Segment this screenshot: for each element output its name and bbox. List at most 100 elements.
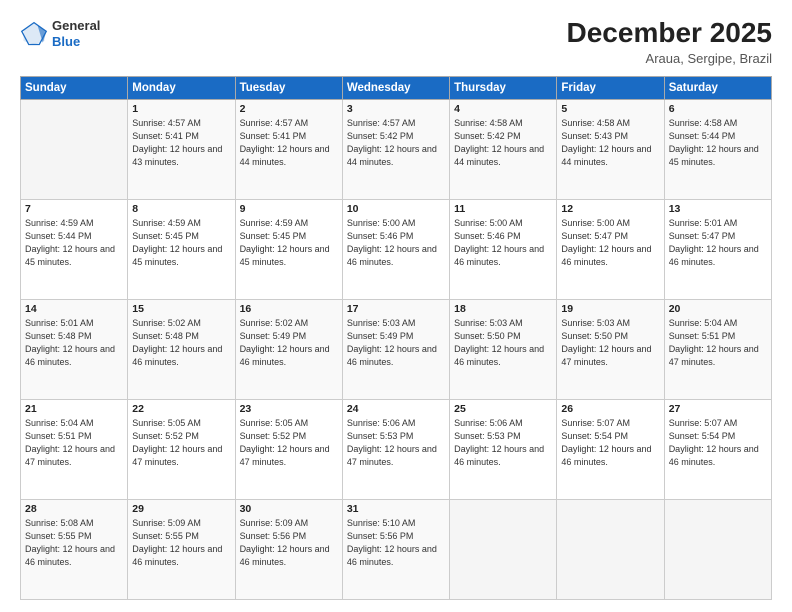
calendar-header-row: SundayMondayTuesdayWednesdayThursdayFrid…	[21, 76, 772, 99]
day-cell: 22Sunrise: 5:05 AMSunset: 5:52 PMDayligh…	[128, 399, 235, 499]
day-info: Sunrise: 5:06 AMSunset: 5:53 PMDaylight:…	[347, 417, 445, 469]
day-cell	[664, 499, 771, 599]
day-number: 9	[240, 203, 338, 215]
day-cell: 5 Sunrise: 4:58 AMSunset: 5:43 PMDaylight…	[557, 99, 664, 199]
day-number: 17	[347, 303, 445, 315]
day-cell	[557, 499, 664, 599]
day-number: 24	[347, 403, 445, 415]
day-cell: 28 Sunrise: 5:08 AMSunset: 5:55 PMDayligh…	[21, 499, 128, 599]
day-number: 26	[561, 403, 659, 415]
day-info: Sunrise: 5:07 AMSunset: 5:54 PMDaylight:…	[669, 417, 767, 469]
day-cell: 24 Sunrise: 5:06 AMSunset: 5:53 PMDayligh…	[342, 399, 449, 499]
day-cell: 10Sunrise: 5:00 AMSunset: 5:46 PMDayligh…	[342, 199, 449, 299]
day-number: 8	[132, 203, 230, 215]
day-info: Sunrise: 4:58 AMSunset: 5:43 PMDaylight:…	[561, 117, 659, 169]
col-header-tuesday: Tuesday	[235, 76, 342, 99]
day-cell: 29 Sunrise: 5:09 AMSunset: 5:55 PMDayligh…	[128, 499, 235, 599]
day-info: Sunrise: 5:09 AMSunset: 5:55 PMDaylight:…	[132, 517, 230, 569]
day-info: Sunrise: 4:59 AMSunset: 5:44 PMDaylight:…	[25, 217, 123, 269]
day-number: 29	[132, 503, 230, 515]
day-info: Sunrise: 5:05 AMSunset: 5:52 PMDaylight:…	[132, 417, 230, 469]
day-info: Sunrise: 5:00 AMSunset: 5:46 PMDaylight:…	[347, 217, 445, 269]
col-header-wednesday: Wednesday	[342, 76, 449, 99]
month-title: December 2025	[567, 18, 772, 49]
day-info: Sunrise: 5:07 AMSunset: 5:54 PMDaylight:…	[561, 417, 659, 469]
day-number: 18	[454, 303, 552, 315]
day-number: 4	[454, 103, 552, 115]
day-info: Sunrise: 4:57 AMSunset: 5:41 PMDaylight:…	[240, 117, 338, 169]
week-row-5: 28 Sunrise: 5:08 AMSunset: 5:55 PMDayligh…	[21, 499, 772, 599]
day-cell: 1Sunrise: 4:57 AMSunset: 5:41 PMDaylight…	[128, 99, 235, 199]
day-cell: 7 Sunrise: 4:59 AMSunset: 5:44 PMDaylight…	[21, 199, 128, 299]
day-number: 3	[347, 103, 445, 115]
day-number: 12	[561, 203, 659, 215]
day-number: 31	[347, 503, 445, 515]
day-number: 27	[669, 403, 767, 415]
header: General Blue December 2025 Araua, Sergip…	[20, 18, 772, 66]
day-info: Sunrise: 5:06 AMSunset: 5:53 PMDaylight:…	[454, 417, 552, 469]
col-header-thursday: Thursday	[450, 76, 557, 99]
day-number: 16	[240, 303, 338, 315]
day-number: 30	[240, 503, 338, 515]
day-number: 2	[240, 103, 338, 115]
day-number: 6	[669, 103, 767, 115]
day-info: Sunrise: 5:09 AMSunset: 5:56 PMDaylight:…	[240, 517, 338, 569]
day-cell: 6 Sunrise: 4:58 AMSunset: 5:44 PMDaylight…	[664, 99, 771, 199]
day-info: Sunrise: 5:05 AMSunset: 5:52 PMDaylight:…	[240, 417, 338, 469]
day-info: Sunrise: 4:59 AMSunset: 5:45 PMDaylight:…	[240, 217, 338, 269]
title-block: December 2025 Araua, Sergipe, Brazil	[567, 18, 772, 66]
day-cell: 23Sunrise: 5:05 AMSunset: 5:52 PMDayligh…	[235, 399, 342, 499]
day-cell: 12 Sunrise: 5:00 AMSunset: 5:47 PMDayligh…	[557, 199, 664, 299]
day-number: 7	[25, 203, 123, 215]
day-info: Sunrise: 5:03 AMSunset: 5:50 PMDaylight:…	[561, 317, 659, 369]
day-cell: 16Sunrise: 5:02 AMSunset: 5:49 PMDayligh…	[235, 299, 342, 399]
day-cell: 2 Sunrise: 4:57 AMSunset: 5:41 PMDaylight…	[235, 99, 342, 199]
day-info: Sunrise: 5:03 AMSunset: 5:50 PMDaylight:…	[454, 317, 552, 369]
day-cell: 15 Sunrise: 5:02 AMSunset: 5:48 PMDayligh…	[128, 299, 235, 399]
day-cell: 14Sunrise: 5:01 AMSunset: 5:48 PMDayligh…	[21, 299, 128, 399]
day-cell: 4 Sunrise: 4:58 AMSunset: 5:42 PMDaylight…	[450, 99, 557, 199]
day-info: Sunrise: 5:01 AMSunset: 5:47 PMDaylight:…	[669, 217, 767, 269]
day-cell: 30 Sunrise: 5:09 AMSunset: 5:56 PMDayligh…	[235, 499, 342, 599]
day-cell: 3 Sunrise: 4:57 AMSunset: 5:42 PMDaylight…	[342, 99, 449, 199]
day-info: Sunrise: 4:58 AMSunset: 5:42 PMDaylight:…	[454, 117, 552, 169]
day-cell: 26 Sunrise: 5:07 AMSunset: 5:54 PMDayligh…	[557, 399, 664, 499]
day-cell: 9 Sunrise: 4:59 AMSunset: 5:45 PMDaylight…	[235, 199, 342, 299]
day-info: Sunrise: 5:04 AMSunset: 5:51 PMDaylight:…	[25, 417, 123, 469]
day-info: Sunrise: 5:08 AMSunset: 5:55 PMDaylight:…	[25, 517, 123, 569]
day-number: 5	[561, 103, 659, 115]
col-header-sunday: Sunday	[21, 76, 128, 99]
day-number: 14	[25, 303, 123, 315]
col-header-friday: Friday	[557, 76, 664, 99]
day-cell: 31 Sunrise: 5:10 AMSunset: 5:56 PMDayligh…	[342, 499, 449, 599]
day-number: 20	[669, 303, 767, 315]
day-info: Sunrise: 4:59 AMSunset: 5:45 PMDaylight:…	[132, 217, 230, 269]
logo-icon	[20, 20, 48, 48]
logo-text: General Blue	[52, 18, 100, 49]
col-header-monday: Monday	[128, 76, 235, 99]
day-info: Sunrise: 5:03 AMSunset: 5:49 PMDaylight:…	[347, 317, 445, 369]
day-number: 21	[25, 403, 123, 415]
day-info: Sunrise: 4:57 AMSunset: 5:42 PMDaylight:…	[347, 117, 445, 169]
day-cell: 19Sunrise: 5:03 AMSunset: 5:50 PMDayligh…	[557, 299, 664, 399]
day-info: Sunrise: 5:00 AMSunset: 5:47 PMDaylight:…	[561, 217, 659, 269]
day-number: 28	[25, 503, 123, 515]
week-row-4: 21 Sunrise: 5:04 AMSunset: 5:51 PMDayligh…	[21, 399, 772, 499]
day-info: Sunrise: 5:00 AMSunset: 5:46 PMDaylight:…	[454, 217, 552, 269]
day-info: Sunrise: 5:10 AMSunset: 5:56 PMDaylight:…	[347, 517, 445, 569]
day-info: Sunrise: 5:02 AMSunset: 5:48 PMDaylight:…	[132, 317, 230, 369]
day-cell	[21, 99, 128, 199]
day-number: 25	[454, 403, 552, 415]
calendar-table: SundayMondayTuesdayWednesdayThursdayFrid…	[20, 76, 772, 600]
day-number: 15	[132, 303, 230, 315]
day-number: 1	[132, 103, 230, 115]
day-cell	[450, 499, 557, 599]
day-cell: 25 Sunrise: 5:06 AMSunset: 5:53 PMDayligh…	[450, 399, 557, 499]
day-info: Sunrise: 4:58 AMSunset: 5:44 PMDaylight:…	[669, 117, 767, 169]
day-number: 13	[669, 203, 767, 215]
day-cell: 21 Sunrise: 5:04 AMSunset: 5:51 PMDayligh…	[21, 399, 128, 499]
location: Araua, Sergipe, Brazil	[567, 51, 772, 66]
day-cell: 20Sunrise: 5:04 AMSunset: 5:51 PMDayligh…	[664, 299, 771, 399]
col-header-saturday: Saturday	[664, 76, 771, 99]
day-cell: 27 Sunrise: 5:07 AMSunset: 5:54 PMDayligh…	[664, 399, 771, 499]
